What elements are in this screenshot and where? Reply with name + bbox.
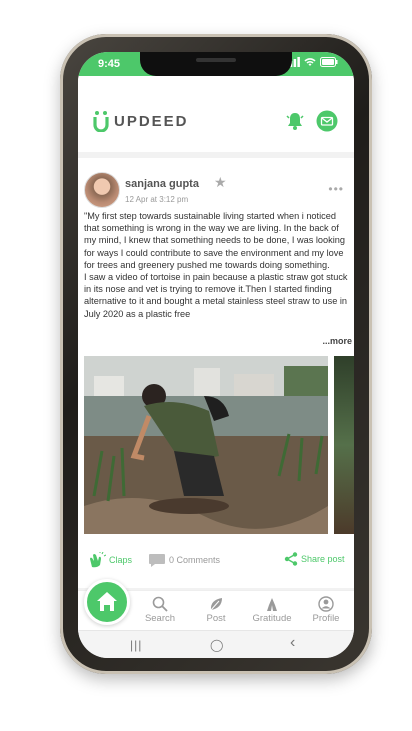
tab-profile-label: Profile bbox=[312, 613, 340, 624]
bell-icon bbox=[286, 113, 304, 130]
mail-icon bbox=[316, 110, 338, 132]
speaker-grille bbox=[196, 58, 236, 62]
app-logo: UPDEED bbox=[92, 110, 189, 132]
system-nav-bar: ||| ◯ ‹ bbox=[78, 630, 354, 658]
post-text-paragraph: "My first step towards sustainable livin… bbox=[84, 211, 345, 270]
share-icon bbox=[284, 552, 298, 566]
recent-apps-button[interactable]: ||| bbox=[130, 638, 142, 652]
bottom-tab-bar: Search Post Gratitude Profile bbox=[78, 579, 354, 631]
leaf-icon bbox=[210, 598, 222, 611]
notification-button[interactable] bbox=[284, 110, 306, 132]
tab-post-label: Post bbox=[206, 613, 226, 624]
share-label: Share post bbox=[301, 554, 345, 564]
tab-gratitude-label: Gratitude bbox=[252, 613, 292, 624]
post-actions: Claps 0 Comments Share post bbox=[78, 544, 354, 574]
photo-illustration bbox=[84, 356, 328, 534]
comments-label: 0 Comments bbox=[169, 555, 221, 565]
comments-button[interactable]: 0 Comments bbox=[148, 552, 220, 568]
tab-search-label: Search bbox=[144, 613, 176, 624]
clap-icon bbox=[90, 552, 106, 568]
tab-search[interactable]: Search bbox=[138, 595, 182, 624]
post-photo[interactable] bbox=[84, 356, 328, 534]
logo-u-icon bbox=[93, 111, 109, 132]
tab-gratitude[interactable]: Gratitude bbox=[250, 595, 294, 624]
post-card: sanjana gupta ★ 12 Apr at 3:12 pm ••• "M… bbox=[78, 158, 354, 588]
status-icons bbox=[286, 57, 338, 67]
profile-icon bbox=[318, 596, 334, 612]
battery-icon bbox=[320, 57, 338, 67]
app-header: UPDEED bbox=[78, 76, 354, 152]
tab-post[interactable]: Post bbox=[194, 595, 238, 624]
home-icon bbox=[97, 592, 117, 611]
post-text: "My first step towards sustainable livin… bbox=[84, 210, 352, 340]
claps-label: Claps bbox=[109, 555, 133, 565]
home-system-button[interactable]: ◯ bbox=[210, 638, 223, 652]
phone-notch bbox=[140, 52, 292, 76]
star-icon[interactable]: ★ bbox=[214, 174, 227, 191]
back-button[interactable]: ‹ bbox=[290, 634, 295, 652]
avatar[interactable] bbox=[84, 172, 120, 208]
claps-button[interactable]: Claps bbox=[88, 552, 132, 568]
post-text-paragraph: I saw a video of tortoise in pain becaus… bbox=[84, 272, 348, 319]
more-link[interactable]: ...more bbox=[318, 336, 352, 346]
logo-text: UPDEED bbox=[114, 112, 189, 130]
search-icon bbox=[152, 596, 168, 612]
more-options-icon[interactable]: ••• bbox=[328, 182, 344, 196]
post-date: 12 Apr at 3:12 pm bbox=[125, 195, 189, 204]
comment-icon bbox=[149, 554, 165, 567]
wifi-icon bbox=[304, 58, 316, 66]
phone-screen: 9:45 UPDEED sanjana gupta ★ 12 Apr at 3:… bbox=[78, 52, 354, 658]
tab-profile[interactable]: Profile bbox=[304, 595, 348, 624]
next-photo-preview[interactable] bbox=[334, 356, 354, 534]
gratitude-icon bbox=[267, 598, 277, 611]
status-time: 9:45 bbox=[98, 58, 121, 70]
share-button[interactable]: Share post bbox=[284, 552, 345, 566]
messages-button[interactable] bbox=[316, 110, 338, 132]
post-author[interactable]: sanjana gupta bbox=[125, 178, 199, 190]
home-tab[interactable] bbox=[84, 579, 130, 625]
